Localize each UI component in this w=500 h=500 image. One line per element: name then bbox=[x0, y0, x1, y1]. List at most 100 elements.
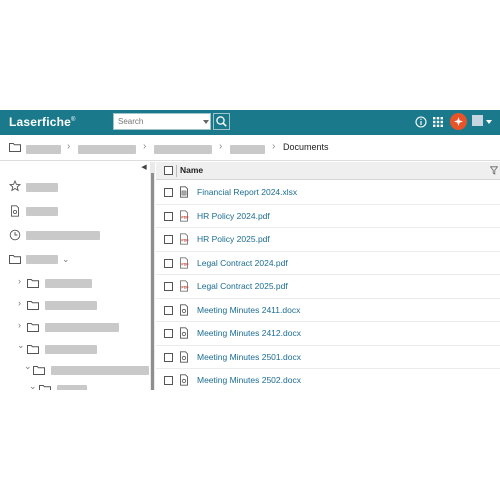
row-checkbox[interactable] bbox=[164, 188, 173, 197]
list-item[interactable]: PDF Legal Contract 2024.pdf bbox=[156, 252, 500, 275]
list-item[interactable]: Meeting Minutes 2411.docx bbox=[156, 299, 500, 322]
document-name-link[interactable]: Meeting Minutes 2502.docx bbox=[197, 375, 301, 385]
folder-icon bbox=[33, 366, 45, 375]
laserfiche-app: Laserfiche® Search › › › › Documents ◀ ⌄… bbox=[0, 110, 500, 390]
tree-item-redacted[interactable] bbox=[45, 323, 119, 332]
breadcrumb-item-redacted[interactable] bbox=[230, 145, 265, 154]
sidebar-item-redacted[interactable] bbox=[26, 183, 58, 192]
account-menu-tile[interactable] bbox=[472, 115, 483, 126]
select-all-checkbox[interactable] bbox=[164, 166, 173, 175]
tree-item-redacted[interactable] bbox=[51, 366, 149, 375]
list-item[interactable]: Meeting Minutes 2412.docx bbox=[156, 322, 500, 346]
pdf-file-icon: PDF bbox=[180, 256, 189, 269]
breadcrumb-current: Documents bbox=[283, 142, 329, 152]
folder-icon bbox=[27, 323, 39, 332]
row-checkbox[interactable] bbox=[164, 282, 173, 291]
user-avatar[interactable] bbox=[450, 113, 467, 130]
row-checkbox[interactable] bbox=[164, 235, 173, 244]
spreadsheet-file-icon bbox=[180, 186, 188, 198]
clock-icon[interactable] bbox=[9, 229, 21, 241]
document-file-icon bbox=[180, 303, 188, 316]
chevron-right-icon[interactable]: › bbox=[18, 276, 21, 286]
list-item[interactable]: PDF Legal Contract 2025.pdf bbox=[156, 275, 500, 299]
tree-item-redacted[interactable] bbox=[45, 345, 97, 354]
breadcrumb-item-redacted[interactable] bbox=[26, 145, 61, 154]
sidebar-item-redacted[interactable] bbox=[26, 255, 58, 264]
chevron-down-icon[interactable]: ⌄ bbox=[17, 340, 25, 351]
app-logo[interactable]: Laserfiche® bbox=[9, 115, 76, 129]
row-checkbox[interactable] bbox=[164, 329, 173, 338]
document-name-link[interactable]: Meeting Minutes 2501.docx bbox=[197, 352, 301, 362]
document-name-link[interactable]: HR Policy 2025.pdf bbox=[197, 234, 270, 244]
document-file-icon bbox=[180, 350, 188, 363]
sidebar-item-redacted[interactable] bbox=[26, 231, 100, 240]
svg-text:PDF: PDF bbox=[181, 215, 189, 219]
folder-icon[interactable] bbox=[9, 254, 21, 264]
column-divider bbox=[176, 165, 177, 177]
svg-text:PDF: PDF bbox=[181, 262, 189, 266]
pdf-file-icon: PDF bbox=[180, 209, 189, 222]
folder-icon bbox=[27, 345, 39, 354]
document-name-link[interactable]: Legal Contract 2025.pdf bbox=[197, 281, 288, 291]
folder-icon[interactable] bbox=[9, 142, 21, 152]
folder-icon bbox=[27, 279, 39, 288]
chevron-right-icon: › bbox=[219, 141, 223, 152]
breadcrumb-item-redacted[interactable] bbox=[154, 145, 212, 154]
document-name-link[interactable]: Meeting Minutes 2412.docx bbox=[197, 328, 301, 338]
chevron-right-icon: › bbox=[67, 141, 71, 152]
sparkle-icon bbox=[454, 117, 463, 126]
breadcrumb: › › › › Documents bbox=[0, 135, 500, 161]
pdf-file-icon: PDF bbox=[180, 233, 189, 245]
pdf-file-icon: PDF bbox=[180, 280, 189, 292]
chevron-down-icon[interactable]: ⌄ bbox=[62, 254, 70, 265]
sidebar-scrollbar-thumb[interactable] bbox=[151, 173, 154, 390]
tree-item-redacted[interactable] bbox=[45, 279, 92, 288]
navigation-sidebar: ◀ ⌄ › › › ⌄ ⌄ ⌄ bbox=[0, 162, 155, 390]
tree-item-redacted[interactable] bbox=[45, 301, 97, 310]
list-item[interactable]: PDF HR Policy 2024.pdf bbox=[156, 205, 500, 228]
chevron-down-icon[interactable]: ⌄ bbox=[29, 381, 37, 390]
chevron-right-icon[interactable]: › bbox=[18, 298, 21, 308]
document-name-link[interactable]: Meeting Minutes 2411.docx bbox=[197, 305, 300, 315]
row-checkbox[interactable] bbox=[164, 258, 173, 268]
row-checkbox[interactable] bbox=[164, 305, 173, 315]
document-file-icon bbox=[180, 374, 188, 386]
document-file-icon bbox=[180, 327, 188, 339]
folder-icon bbox=[27, 301, 39, 310]
recent-document-icon[interactable] bbox=[9, 205, 21, 217]
list-header: Name bbox=[156, 162, 500, 180]
search-button[interactable] bbox=[213, 113, 230, 130]
list-item[interactable]: PDF HR Policy 2025.pdf bbox=[156, 228, 500, 252]
row-checkbox[interactable] bbox=[164, 352, 173, 362]
document-name-link[interactable]: Legal Contract 2024.pdf bbox=[197, 258, 288, 268]
chevron-down-icon[interactable] bbox=[486, 120, 492, 124]
document-name-link[interactable]: HR Policy 2024.pdf bbox=[197, 211, 270, 221]
search-input[interactable] bbox=[114, 114, 200, 129]
row-checkbox[interactable] bbox=[164, 376, 173, 385]
list-item[interactable]: Meeting Minutes 2502.docx bbox=[156, 369, 500, 390]
search-field bbox=[113, 113, 211, 130]
row-checkbox[interactable] bbox=[164, 211, 173, 221]
svg-text:PDF: PDF bbox=[181, 239, 189, 243]
search-icon bbox=[216, 116, 227, 127]
top-header: Laserfiche® bbox=[0, 110, 500, 135]
chevron-right-icon: › bbox=[272, 141, 276, 152]
chevron-right-icon: › bbox=[143, 141, 147, 152]
star-icon[interactable] bbox=[9, 180, 21, 192]
help-icon[interactable] bbox=[414, 115, 428, 129]
document-name-link[interactable]: Financial Report 2024.xlsx bbox=[197, 187, 297, 197]
folder-icon bbox=[39, 385, 51, 390]
name-column-header[interactable]: Name bbox=[180, 165, 203, 175]
collapse-sidebar-icon[interactable]: ◀ bbox=[138, 162, 150, 174]
filter-icon[interactable] bbox=[490, 166, 498, 175]
tree-item-redacted[interactable] bbox=[57, 385, 87, 390]
search-scope-dropdown-icon[interactable] bbox=[203, 120, 209, 124]
list-item[interactable]: Financial Report 2024.xlsx bbox=[156, 181, 500, 205]
breadcrumb-item-redacted[interactable] bbox=[78, 145, 136, 154]
app-launcher-grid-icon[interactable] bbox=[431, 115, 445, 129]
chevron-right-icon[interactable]: › bbox=[18, 320, 21, 330]
document-list: Name Financial Report 2024.xlsx PDF HR Pol… bbox=[156, 162, 500, 390]
sidebar-item-redacted[interactable] bbox=[26, 207, 58, 216]
list-item[interactable]: Meeting Minutes 2501.docx bbox=[156, 346, 500, 369]
chevron-down-icon[interactable]: ⌄ bbox=[24, 361, 32, 372]
